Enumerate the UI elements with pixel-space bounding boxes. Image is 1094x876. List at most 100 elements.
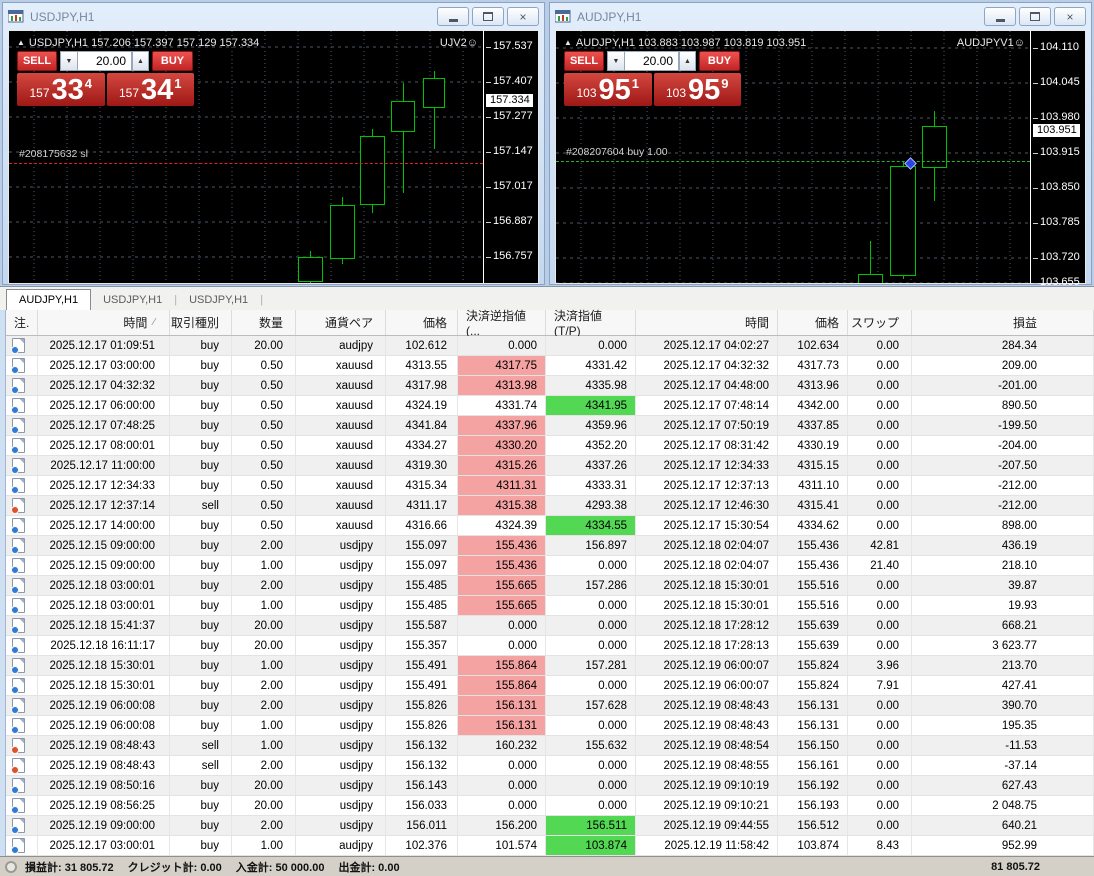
buy-order-note-icon [11, 598, 25, 614]
table-cell: 2025.12.18 16:11:17 [38, 636, 170, 656]
buy-quote-button[interactable]: 157 34 1 [106, 73, 194, 106]
chart-plot-area[interactable]: ▲ AUDJPY,H1 103.883 103.987 103.819 103.9… [556, 31, 1031, 283]
table-row[interactable]: 2025.12.18 16:11:17 buy 20.00 usdjpy 155.357… [6, 636, 1094, 656]
table-row[interactable]: 2025.12.19 06:00:08 buy 2.00 usdjpy 155.826 1… [6, 696, 1094, 716]
table-row[interactable]: 2025.12.19 08:48:43 sell 1.00 usdjpy 156.132… [6, 736, 1094, 756]
table-cell: 627.43 [912, 776, 1094, 796]
table-row[interactable]: 2025.12.17 11:00:00 buy 0.50 xauusd 4319.30 4… [6, 456, 1094, 476]
table-row[interactable]: 2025.12.18 15:30:01 buy 1.00 usdjpy 155.491 1… [6, 656, 1094, 676]
volume-input[interactable]: 20.00 [77, 51, 132, 71]
column-header-close-price[interactable]: 価格 [778, 310, 848, 335]
table-row[interactable]: 2025.12.17 07:48:25 buy 0.50 xauusd 4341.84 4… [6, 416, 1094, 436]
table-row[interactable]: 2025.12.18 15:41:37 buy 20.00 usdjpy 155.587… [6, 616, 1094, 636]
table-cell: 2 048.75 [912, 796, 1094, 816]
volume-decrease-icon[interactable]: ▼ [607, 51, 624, 71]
table-cell: 2025.12.19 08:48:43 [636, 696, 778, 716]
price-scale[interactable]: 104.110 104.045 103.980 103.951 103.915 103.8… [1032, 31, 1085, 288]
table-row[interactable]: 2025.12.19 08:50:16 buy 20.00 usdjpy 156.143… [6, 776, 1094, 796]
table-row[interactable]: 2025.12.15 09:00:00 buy 1.00 usdjpy 155.097 1… [6, 556, 1094, 576]
table-cell: 103.874 [546, 836, 636, 856]
column-header-price[interactable]: 価格 [386, 310, 458, 335]
column-header-close-time[interactable]: 時間 [636, 310, 778, 335]
table-cell: xauusd [296, 376, 386, 396]
table-row[interactable]: 2025.12.17 08:00:01 buy 0.50 xauusd 4334.27 4… [6, 436, 1094, 456]
column-header-swap[interactable]: スワップ [848, 310, 912, 335]
column-header-symbol[interactable]: 通貨ペア [296, 310, 386, 335]
table-row[interactable]: 2025.12.18 15:30:01 buy 2.00 usdjpy 155.491 1… [6, 676, 1094, 696]
minimize-button[interactable] [437, 7, 469, 26]
buy-button[interactable]: BUY [699, 51, 740, 71]
table-row[interactable]: 2025.12.17 03:00:01 buy 1.00 audjpy 102.376 1… [6, 836, 1094, 856]
volume-input[interactable]: 20.00 [624, 51, 679, 71]
chart-plot-area[interactable]: ▲ USDJPY,H1 157.206 157.397 157.129 157.3… [9, 31, 484, 283]
table-cell: usdjpy [296, 596, 386, 616]
price-scale[interactable]: 157.537 157.407 157.334 157.277 157.147 157.0… [485, 31, 538, 283]
table-row[interactable]: 2025.12.17 01:09:51 buy 20.00 audjpy 102.612… [6, 336, 1094, 356]
table-cell: 2025.12.17 12:34:33 [636, 456, 778, 476]
volume-decrease-icon[interactable]: ▼ [60, 51, 77, 71]
window-titlebar[interactable]: AUDJPY,H1 × [550, 3, 1091, 30]
order-level-line[interactable] [556, 161, 1030, 162]
column-header-volume[interactable]: 数量 [232, 310, 296, 335]
table-row[interactable]: 2025.12.18 03:00:01 buy 2.00 usdjpy 155.485 1… [6, 576, 1094, 596]
sell-button[interactable]: SELL [564, 51, 604, 71]
tab-usdjpy-h1-2[interactable]: USDJPY,H1 [177, 290, 260, 310]
table-row[interactable]: 2025.12.17 04:32:32 buy 0.50 xauusd 4317.98 4… [6, 376, 1094, 396]
table-cell: 2.00 [232, 756, 296, 776]
table-cell: 0.00 [848, 476, 912, 496]
table-row[interactable]: 2025.12.19 08:48:43 sell 2.00 usdjpy 156.132… [6, 756, 1094, 776]
column-header-sl[interactable]: 決済逆指値(... [458, 309, 546, 338]
table-row[interactable]: 2025.12.17 12:37:14 sell 0.50 xauusd 4311.17… [6, 496, 1094, 516]
column-header-profit[interactable]: 損益 [912, 310, 1094, 335]
window-titlebar[interactable]: USDJPY,H1 × [3, 3, 544, 30]
close-button[interactable]: × [507, 7, 539, 26]
table-cell: 0.00 [848, 816, 912, 836]
column-header-tp[interactable]: 決済指値(T/P) [546, 309, 636, 338]
table-row[interactable]: 2025.12.17 03:00:00 buy 0.50 xauusd 4313.55 4… [6, 356, 1094, 376]
price-scale-label: 157.277 [486, 110, 533, 122]
note-cell [6, 596, 38, 616]
one-click-trading-panel: SELL ▼ 20.00 ▲ BUY 157 33 4 157 34 1 [17, 51, 194, 106]
table-row[interactable]: 2025.12.19 08:56:25 buy 20.00 usdjpy 156.033… [6, 796, 1094, 816]
buy-quote-button[interactable]: 103 95 9 [653, 73, 741, 106]
volume-increase-icon[interactable]: ▲ [132, 51, 149, 71]
table-cell: buy [170, 836, 232, 856]
column-header-open-time[interactable]: 時間 ∕ [38, 310, 170, 335]
sell-button[interactable]: SELL [17, 51, 57, 71]
table-row[interactable]: 2025.12.19 09:00:00 buy 2.00 usdjpy 156.011 1… [6, 816, 1094, 836]
table-cell: 2025.12.17 11:00:00 [38, 456, 170, 476]
table-cell: 4334.27 [386, 436, 458, 456]
sell-quote-button[interactable]: 103 95 1 [564, 73, 652, 106]
table-cell: -204.00 [912, 436, 1094, 456]
table-row[interactable]: 2025.12.19 06:00:08 buy 1.00 usdjpy 155.826 1… [6, 716, 1094, 736]
column-header-note[interactable]: 注. [6, 310, 38, 335]
restore-button[interactable] [1019, 7, 1051, 26]
tab-audjpy-h1[interactable]: AUDJPY,H1 [6, 289, 92, 310]
note-cell [6, 616, 38, 636]
table-cell: 0.00 [848, 456, 912, 476]
table-cell: usdjpy [296, 776, 386, 796]
volume-increase-icon[interactable]: ▲ [679, 51, 696, 71]
table-cell: 4331.74 [458, 396, 546, 416]
buy-button[interactable]: BUY [152, 51, 193, 71]
buy-order-note-icon [11, 798, 25, 814]
tab-usdjpy-h1[interactable]: USDJPY,H1 [91, 290, 174, 310]
table-row[interactable]: 2025.12.18 03:00:01 buy 1.00 usdjpy 155.485 1… [6, 596, 1094, 616]
table-row[interactable]: 2025.12.17 12:34:33 buy 0.50 xauusd 4315.34 4… [6, 476, 1094, 496]
table-cell: 156.193 [778, 796, 848, 816]
table-cell: 102.612 [386, 336, 458, 356]
minimize-button[interactable] [984, 7, 1016, 26]
sell-quote-button[interactable]: 157 33 4 [17, 73, 105, 106]
table-row[interactable]: 2025.12.17 14:00:00 buy 0.50 xauusd 4316.66 4… [6, 516, 1094, 536]
table-cell: 155.491 [386, 676, 458, 696]
close-button[interactable]: × [1054, 7, 1086, 26]
order-level-line[interactable] [9, 163, 483, 164]
table-row[interactable]: 2025.12.17 06:00:00 buy 0.50 xauusd 4324.19 4… [6, 396, 1094, 416]
table-cell: 156.192 [778, 776, 848, 796]
column-header-type[interactable]: 取引種別 [170, 310, 232, 335]
table-row[interactable]: 2025.12.15 09:00:00 buy 2.00 usdjpy 155.097 1… [6, 536, 1094, 556]
table-cell: 0.50 [232, 376, 296, 396]
restore-button[interactable] [472, 7, 504, 26]
table-cell: 2025.12.17 04:32:32 [636, 356, 778, 376]
table-cell: 0.50 [232, 436, 296, 456]
